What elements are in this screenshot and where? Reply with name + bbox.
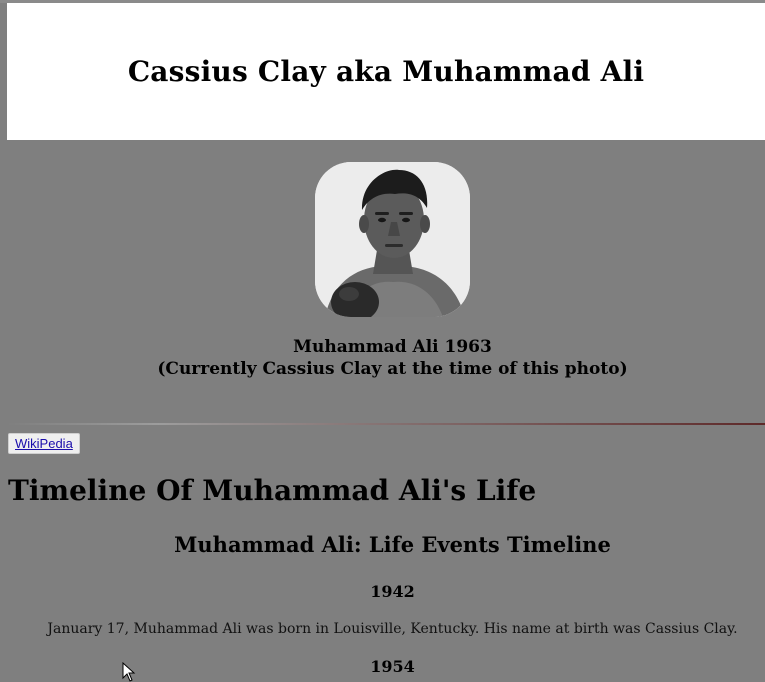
timeline-event-text: January 17, Muhammad Ali was born in Lou… — [47, 621, 738, 637]
portrait-image — [315, 162, 470, 317]
caption-line-2: (Currently Cassius Clay at the time of t… — [157, 359, 628, 379]
photo-caption: Muhammad Ali 1963 (Currently Cassius Cla… — [0, 336, 765, 380]
portrait-photo — [315, 162, 470, 317]
horizontal-rule — [7, 423, 765, 425]
caption-line-1: Muhammad Ali 1963 — [293, 337, 492, 357]
page-title: Cassius Clay aka Muhammad Ali — [127, 55, 645, 88]
timeline-year: 1954 — [370, 657, 415, 676]
wikipedia-link-button[interactable]: WikiPedia — [8, 433, 80, 454]
mouse-cursor-icon — [122, 662, 136, 682]
page-header: Cassius Clay aka Muhammad Ali — [7, 3, 765, 140]
timeline-year: 1942 — [370, 582, 415, 601]
life-events-subheading: Muhammad Ali: Life Events Timeline — [174, 532, 611, 557]
timeline-heading: Timeline Of Muhammad Ali's Life — [8, 474, 537, 507]
